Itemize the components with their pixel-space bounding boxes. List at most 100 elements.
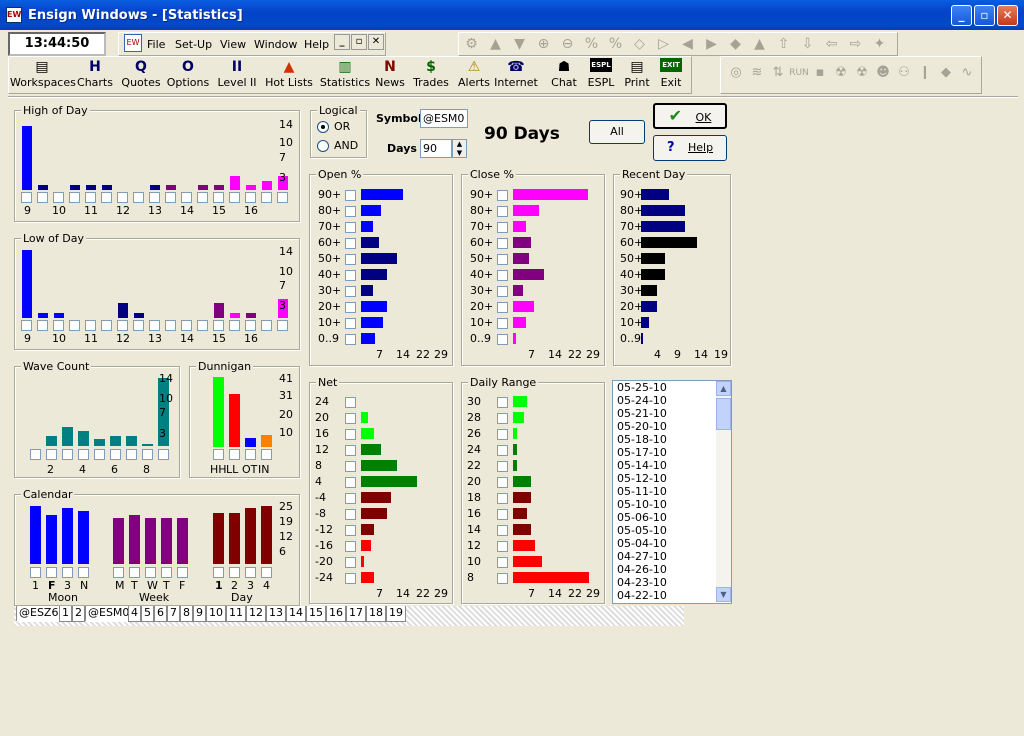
dunnigan-checkbox[interactable] [229,449,240,460]
high-of-day-checkbox[interactable] [277,192,288,203]
toolbar-hotlists-button[interactable]: ▲ Hot Lists [260,58,318,92]
close-pct-checkbox[interactable] [497,286,508,297]
close-pct-checkbox[interactable] [497,206,508,217]
date-list-item[interactable]: 04-22-10 [617,589,667,602]
daily-range-checkbox[interactable] [497,397,508,408]
mdi-restore-button[interactable]: ▫ [351,34,367,50]
scroll-thumb[interactable] [716,398,731,430]
low-of-day-checkbox[interactable] [69,320,80,331]
date-list-item[interactable]: 05-21-10 [617,407,667,420]
tab-9[interactable]: 9 [193,606,206,622]
net-checkbox[interactable] [345,445,356,456]
net-checkbox[interactable] [345,493,356,504]
document-icon[interactable]: EW [124,34,142,52]
drawing-tool-icon[interactable]: ⊕ [534,35,553,54]
net-checkbox[interactable] [345,541,356,552]
drawing-tool-icon[interactable]: ✦ [870,35,889,54]
high-of-day-checkbox[interactable] [69,192,80,203]
date-list-item[interactable]: 05-06-10 [617,511,667,524]
low-of-day-checkbox[interactable] [117,320,128,331]
date-list-item[interactable]: 04-26-10 [617,563,667,576]
tab-7[interactable]: 7 [167,606,180,622]
minimize-button[interactable]: _ [951,5,972,26]
mdi-minimize-button[interactable]: _ [334,34,350,50]
high-of-day-checkbox[interactable] [197,192,208,203]
drawing-tool-icon[interactable]: ⇧ [774,35,793,54]
wave-count-checkbox[interactable] [78,449,89,460]
tab-18[interactable]: 18 [366,606,386,622]
menu-help[interactable]: Help [304,38,329,51]
high-of-day-checkbox[interactable] [85,192,96,203]
high-of-day-checkbox[interactable] [229,192,240,203]
secondary-tool-icon[interactable]: ☻ [873,63,893,83]
secondary-tool-icon[interactable]: ∿ [957,63,977,83]
daily-range-checkbox[interactable] [497,509,508,520]
drawing-tool-icon[interactable]: ⇦ [822,35,841,54]
daily-range-checkbox[interactable] [497,573,508,584]
close-pct-checkbox[interactable] [497,222,508,233]
low-of-day-checkbox[interactable] [37,320,48,331]
low-of-day-checkbox[interactable] [21,320,32,331]
net-checkbox[interactable] [345,573,356,584]
days-spinner[interactable]: ▲ ▼ [452,139,467,158]
calendar-checkbox[interactable] [62,567,73,578]
secondary-tool-icon[interactable]: ⇅ [768,63,788,83]
tab-13[interactable]: 13 [266,606,286,622]
open-pct-checkbox[interactable] [345,302,356,313]
high-of-day-checkbox[interactable] [21,192,32,203]
scroll-up-button[interactable]: ▲ [716,381,731,396]
wave-count-checkbox[interactable] [126,449,137,460]
open-pct-checkbox[interactable] [345,334,356,345]
net-checkbox[interactable] [345,429,356,440]
toolbar-exit-button[interactable]: EXIT Exit [646,58,696,92]
high-of-day-checkbox[interactable] [245,192,256,203]
low-of-day-checkbox[interactable] [277,320,288,331]
high-of-day-checkbox[interactable] [181,192,192,203]
toolbar-charts-button[interactable]: H Charts [70,58,120,92]
ok-button[interactable]: ✔ OK [653,103,727,129]
drawing-tool-icon[interactable]: ▼ [510,35,529,54]
calendar-checkbox[interactable] [145,567,156,578]
tab-16[interactable]: 16 [326,606,346,622]
dunnigan-checkbox[interactable] [213,449,224,460]
days-input[interactable] [420,139,452,158]
open-pct-checkbox[interactable] [345,286,356,297]
date-list-item[interactable]: 05-10-10 [617,498,667,511]
date-list-item[interactable]: 05-11-10 [617,485,667,498]
menu-file[interactable]: File [147,38,165,51]
all-button[interactable]: All [589,120,645,144]
or-radio[interactable] [317,121,329,133]
dunnigan-checkbox[interactable] [261,449,272,460]
high-of-day-checkbox[interactable] [149,192,160,203]
close-pct-checkbox[interactable] [497,270,508,281]
open-pct-checkbox[interactable] [345,222,356,233]
close-pct-checkbox[interactable] [497,190,508,201]
high-of-day-checkbox[interactable] [53,192,64,203]
wave-count-checkbox[interactable] [158,449,169,460]
secondary-tool-icon[interactable]: ◆ [936,63,956,83]
tab-2[interactable]: 2 [72,606,85,622]
mdi-close-button[interactable]: ✕ [368,34,384,50]
high-of-day-checkbox[interactable] [37,192,48,203]
secondary-tool-icon[interactable]: ◎ [726,63,746,83]
calendar-checkbox[interactable] [245,567,256,578]
tab-1[interactable]: 1 [59,606,72,622]
date-list-item[interactable]: 05-12-10 [617,472,667,485]
open-pct-checkbox[interactable] [345,190,356,201]
net-checkbox[interactable] [345,525,356,536]
net-checkbox[interactable] [345,557,356,568]
drawing-tool-icon[interactable]: ▲ [486,35,505,54]
close-pct-checkbox[interactable] [497,302,508,313]
low-of-day-checkbox[interactable] [213,320,224,331]
low-of-day-checkbox[interactable] [197,320,208,331]
secondary-tool-icon[interactable]: RUN [789,63,809,83]
calendar-checkbox[interactable] [177,567,188,578]
wave-count-checkbox[interactable] [46,449,57,460]
dunnigan-checkbox[interactable] [245,449,256,460]
drawing-tool-icon[interactable]: % [606,35,625,54]
tab-19[interactable]: 19 [386,606,406,622]
low-of-day-checkbox[interactable] [229,320,240,331]
secondary-tool-icon[interactable]: ▪ [810,63,830,83]
calendar-checkbox[interactable] [161,567,172,578]
daily-range-checkbox[interactable] [497,557,508,568]
